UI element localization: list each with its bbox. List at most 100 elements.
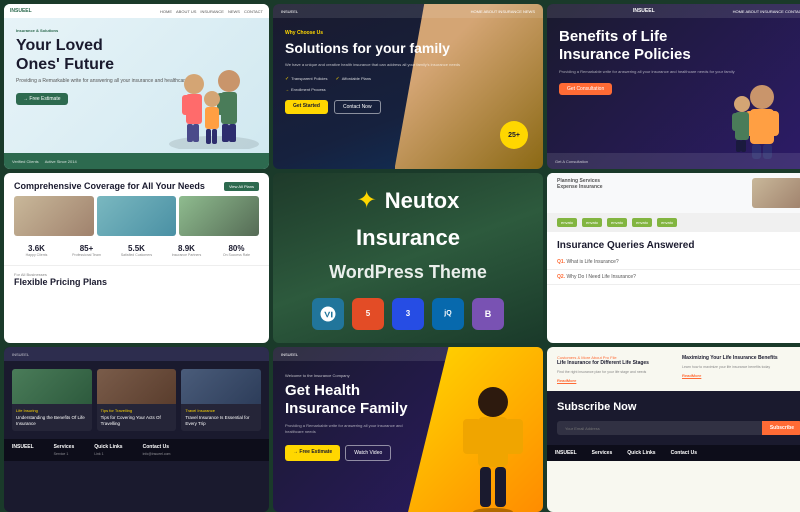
footer-col-contact: Contact Us info@insueel.com (143, 444, 171, 456)
article-img-1 (12, 369, 92, 404)
stat-success: 80% On Success Rate (214, 244, 259, 257)
envato-badge-4: envato (632, 218, 652, 227)
nav-links-3: HOME ABOUT INSURANCE CONTACT (733, 9, 800, 14)
planning-section: Planning Services Expense Insurance (547, 173, 800, 213)
read-more-link-1[interactable]: ReadMore (557, 378, 677, 383)
nav-2: INSUEEL HOME ABOUT INSURANCE NEWS (273, 4, 543, 18)
coverage-img-2 (97, 196, 177, 236)
logo-7: INSUEEL (12, 352, 29, 357)
health-title: Get Health Insurance Family (285, 382, 531, 418)
stat-satisfied: 5.5K Satisfied Customers (114, 244, 159, 257)
expense-image (752, 178, 800, 208)
article-content-2: Tips for Travelling Tips for Covering Yo… (97, 404, 177, 431)
article-cat-2: Tips for Travelling (101, 408, 173, 413)
free-estimate-btn-8[interactable]: → Free Estimate (285, 445, 340, 461)
article-title-3: Travel Insurance Is Essential for Every … (185, 415, 257, 427)
coverage-header: Comprehensive Coverage for All Your Need… (4, 173, 269, 196)
footer-bar-7: INSUEEL Services Service 1 Quick Links L… (4, 439, 269, 461)
nav-contact[interactable]: CONTACT (244, 9, 263, 14)
footer-logo-text: INSUEEL (12, 444, 34, 450)
cell-subscribe: Customers & More About Pro File Life Ins… (547, 347, 800, 512)
experience-badge: 25+ (500, 121, 528, 149)
solutions-desc: We have a unique and creative health ins… (285, 62, 531, 68)
footer9-contact: Contact Us (671, 450, 697, 456)
envato-badge-3: envato (607, 218, 627, 227)
subscribe-form: Subscribe (557, 421, 800, 435)
coverage-images (4, 196, 269, 236)
life-stages-text: Find the right insurance plan for your l… (557, 370, 677, 375)
family-image-1 (164, 59, 264, 149)
life-stages-col: Customers & More About Pro File Life Ins… (557, 355, 677, 383)
subscribe-title: Subscribe Now (557, 401, 800, 413)
stats-row: 3.6K Happy Clients 85+ Professional Team… (4, 236, 269, 265)
life-stages-section: Customers & More About Pro File Life Ins… (547, 347, 800, 391)
nav-logo-2: INSUEEL (281, 9, 298, 14)
maximizing-text: Learn how to maximize your life insuranc… (682, 365, 800, 370)
solutions-title: Solutions for your family (285, 40, 531, 57)
coverage-img-3 (179, 196, 259, 236)
bottom-verified: Verified Clients (12, 159, 39, 164)
stat-clients: 3.6K Happy Clients (14, 244, 59, 257)
enrollment-label: Enrollment Process (285, 87, 531, 92)
article-1[interactable]: Life Insuring Understanding the Benefits… (12, 369, 92, 431)
article-2[interactable]: Tips for Travelling Tips for Covering Yo… (97, 369, 177, 431)
nav-3: INSUEEL HOME ABOUT INSURANCE CONTACT (547, 4, 800, 18)
faq-q-1: Q1. What is Life Insurance? (557, 259, 800, 265)
queries-title: Insurance Queries Answered (547, 232, 800, 255)
consultation-label: Get A Consultation (555, 159, 588, 164)
nav-about[interactable]: ABOUT US (176, 9, 196, 14)
css3-icon: 3 (392, 298, 424, 330)
pricing-section: For All Businesses Flexible Pricing Plan… (4, 265, 269, 293)
view-all-plans-btn[interactable]: View All Plans (224, 182, 259, 191)
cta-buttons-2: Get Started Contact Now (285, 100, 531, 114)
get-started-btn[interactable]: Get Started (285, 100, 328, 114)
wordpress-icon (312, 298, 344, 330)
nav-news[interactable]: NEWS (228, 9, 240, 14)
faq-q-2: Q2. Why Do I Need Life Insurance? (557, 274, 800, 280)
jquery-icon: jQ (432, 298, 464, 330)
bottom-since: Active Since 2014 (45, 159, 77, 164)
why-label: Why Choose Us (285, 30, 531, 36)
cell-health: INSUEEL HOME ABOUT INSURANCE NEWS Welcom… (273, 347, 543, 512)
cell-blog: INSUEEL Life Insuring Understanding the … (4, 347, 269, 512)
consultation-btn[interactable]: Get Consultation (559, 83, 612, 95)
watch-video-btn[interactable]: Watch Video (345, 445, 391, 461)
free-estimate-btn-1[interactable]: → Free Estimate (16, 93, 68, 105)
family-img-3 (717, 69, 800, 159)
email-input[interactable] (557, 421, 762, 435)
footer-col-logo: INSUEEL (12, 444, 34, 456)
contact-now-btn[interactable]: Contact Now (334, 100, 381, 114)
nav-bar-1: INSUEEL HOME ABOUT US INSURANCE NEWS CON… (4, 4, 269, 18)
cell-queries: Planning Services Expense Insurance enva… (547, 173, 800, 343)
bottom-bar-1: Verified Clients Active Since 2014 (4, 153, 269, 169)
health-desc: Providing a Remarkable write for answeri… (285, 423, 415, 435)
brand-tagline1: Insurance (356, 225, 460, 251)
health-btns: → Free Estimate Watch Video (285, 445, 531, 461)
benefits-title: Benefits of Life Insurance Policies (559, 28, 800, 64)
nav-insurance[interactable]: INSURANCE (200, 9, 224, 14)
article-title-2: Tips for Covering Your Acts Of Travellin… (101, 415, 173, 427)
read-more-link-2[interactable]: ReadMore (682, 373, 800, 378)
articles-grid: Life Insuring Understanding the Benefits… (4, 361, 269, 439)
article-img-2 (97, 369, 177, 404)
envato-badge-5: envato (657, 218, 677, 227)
cell-benefits: INSUEEL HOME ABOUT INSURANCE CONTACT Ben… (547, 4, 800, 169)
health-content: Welcome to the Insurance Company Get Hea… (273, 361, 543, 473)
subscribe-btn[interactable]: Subscribe (762, 421, 800, 435)
consultation-bar: Get A Consultation (547, 153, 800, 169)
nav-7: INSUEEL (4, 347, 269, 361)
nav-home[interactable]: HOME (160, 9, 172, 14)
coverage-img-1 (14, 196, 94, 236)
article-cat-1: Life Insuring (16, 408, 88, 413)
stat-team: 85+ Professional Team (64, 244, 109, 257)
maximizing-col: Maximizing Your Life Insurance Benefits … (682, 355, 800, 383)
faq-item-2[interactable]: Q2. Why Do I Need Life Insurance? (547, 270, 800, 285)
envato-row: envato envato envato envato envato (547, 213, 800, 232)
stat-partners: 8.9K Insurance Partners (164, 244, 209, 257)
footer-bar-9: INSUEEL Services Quick Links Contact Us (547, 445, 800, 461)
footer-col-quick: Quick Links Link 1 (94, 444, 122, 456)
faq-item-1[interactable]: Q1. What is Life Insurance? (547, 255, 800, 270)
cell-coverage: Comprehensive Coverage for All Your Need… (4, 173, 269, 343)
article-3[interactable]: Travel Insurance Travel Insurance Is Ess… (181, 369, 261, 431)
brand-name: Neutox (385, 188, 460, 214)
